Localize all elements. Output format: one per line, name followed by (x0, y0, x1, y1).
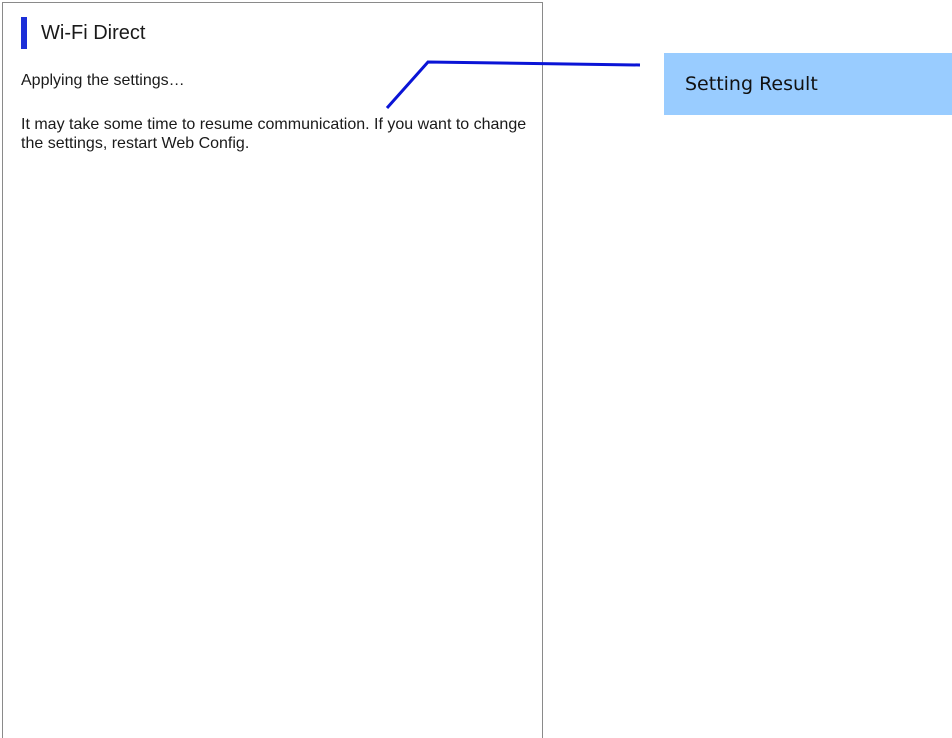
status-message: Applying the settings… (21, 72, 185, 89)
callout-label: Setting Result (685, 73, 818, 95)
page-title: Wi-Fi Direct (41, 21, 146, 44)
web-config-panel: Wi-Fi Direct Applying the settings… It m… (2, 2, 543, 738)
info-message: It may take some time to resume communic… (21, 116, 527, 152)
callout-box: Setting Result (664, 53, 952, 115)
header-accent-bar (21, 17, 27, 49)
page-header: Wi-Fi Direct (21, 17, 145, 49)
